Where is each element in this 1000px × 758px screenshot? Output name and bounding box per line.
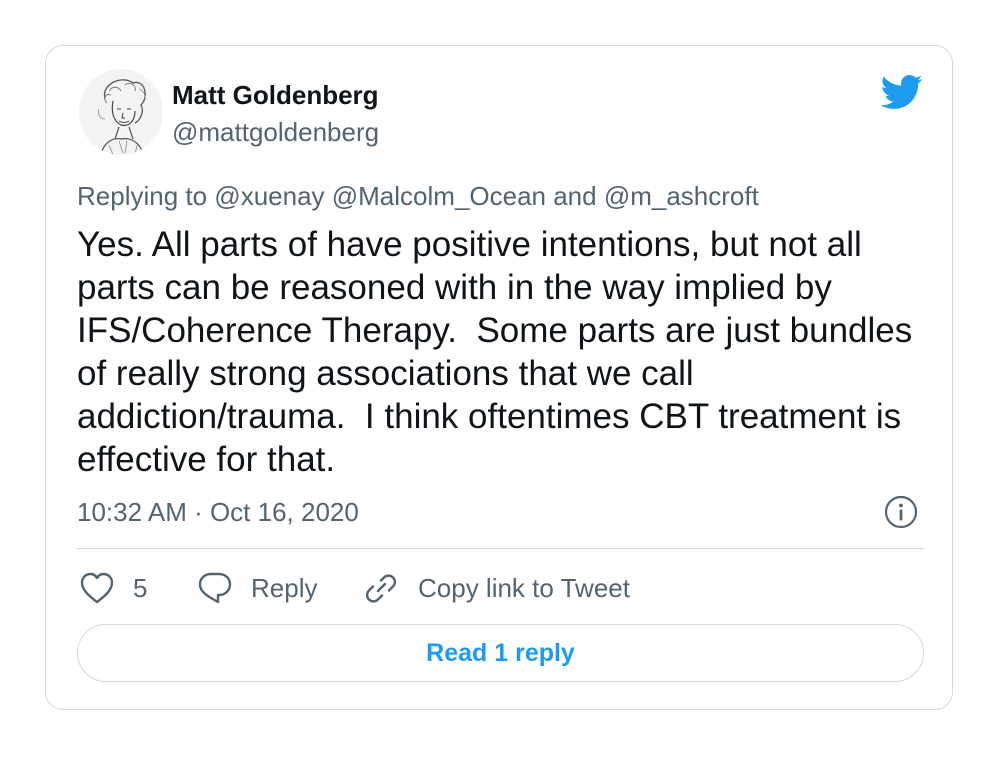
replying-to: Replying to @xuenay @Malcolm_Ocean and @… — [77, 181, 759, 211]
tweet-text: Yes. All parts of have positive intentio… — [77, 225, 922, 479]
divider — [77, 548, 924, 549]
author-name[interactable]: Matt Goldenberg — [172, 80, 379, 110]
avatar[interactable] — [79, 69, 163, 155]
read-replies-button[interactable]: Read 1 reply — [77, 624, 924, 682]
sketch-portrait-avatar — [79, 69, 163, 155]
info-icon[interactable] — [884, 495, 918, 529]
copy-link-button[interactable]: Copy link to Tweet — [362, 566, 630, 610]
speech-bubble-icon — [198, 572, 232, 604]
copy-link-label: Copy link to Tweet — [418, 572, 630, 603]
reply-button[interactable]: Reply — [197, 566, 317, 610]
reply-label: Reply — [251, 572, 318, 603]
heart-icon — [80, 572, 114, 604]
twitter-bird-icon[interactable] — [879, 73, 923, 111]
like-button[interactable]: 5 — [79, 566, 147, 610]
tweet-card: Matt Goldenberg @mattgoldenberg Replying… — [45, 45, 953, 710]
like-count: 5 — [133, 572, 148, 603]
link-icon — [365, 574, 397, 603]
author-handle[interactable]: @mattgoldenberg — [172, 117, 379, 147]
tweet-timestamp[interactable]: 10:32 AM · Oct 16, 2020 — [77, 497, 359, 527]
